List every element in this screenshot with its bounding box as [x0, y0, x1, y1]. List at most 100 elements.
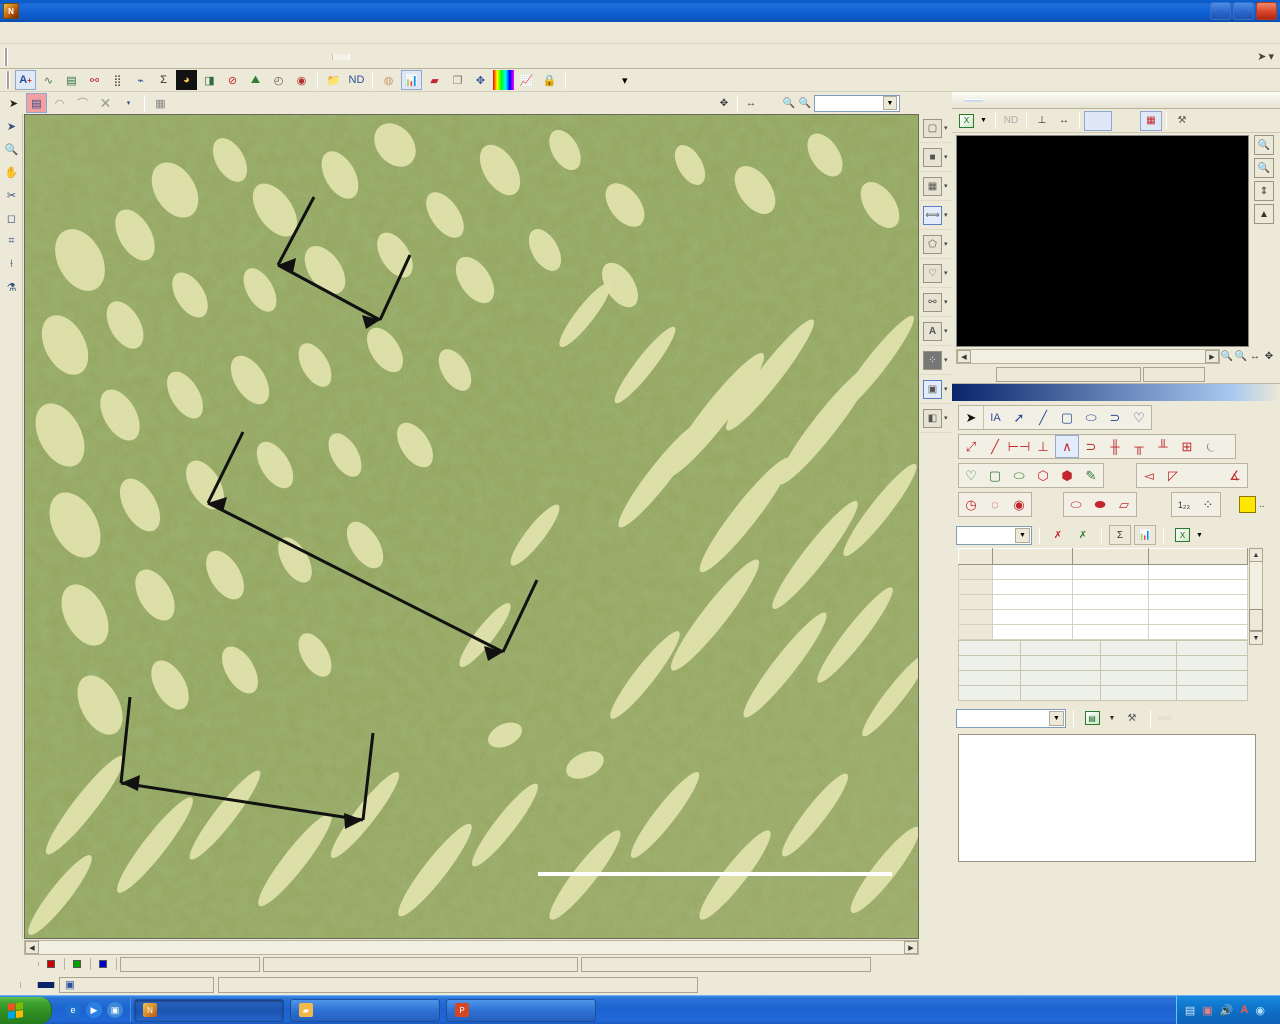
- meas-scroll-down[interactable]: ▼: [1249, 631, 1263, 645]
- layout-tab-new7[interactable]: [124, 54, 140, 60]
- lut-dropdown-icon[interactable]: ▾: [118, 93, 139, 113]
- measurement-feature-select[interactable]: ▼: [956, 525, 1032, 545]
- sum-objects-icon[interactable]: Σ: [153, 70, 174, 90]
- menu-item-applications[interactable]: [210, 31, 228, 35]
- chevron-down-icon[interactable]: ▾: [944, 211, 948, 219]
- length-point-to-point-icon[interactable]: ⤢: [959, 435, 983, 458]
- scatter-plot-icon[interactable]: ⣿: [107, 70, 128, 90]
- chevron-down-icon[interactable]: ▾: [944, 153, 948, 161]
- add-point-icon[interactable]: ⁘: [923, 350, 942, 370]
- clock-icon[interactable]: ◴: [268, 70, 289, 90]
- tabs-next-icon[interactable]: ➤: [1257, 50, 1266, 63]
- layout-tab-new[interactable]: [12, 54, 28, 60]
- move-roi-icon[interactable]: ✥: [470, 70, 491, 90]
- network-row[interactable]: ⚯ ▾: [920, 288, 952, 317]
- spectrum-icon[interactable]: [493, 70, 514, 90]
- bottom-tab-measurement[interactable]: [38, 982, 55, 988]
- minimize-button[interactable]: [1210, 2, 1231, 20]
- length-vertical-icon[interactable]: ⊥: [1031, 435, 1055, 458]
- menu-item-reference[interactable]: [120, 31, 138, 35]
- chevron-down-icon[interactable]: ▾: [944, 356, 948, 364]
- chevron-down-icon[interactable]: ▾: [944, 240, 948, 248]
- menu-item-file[interactable]: [12, 31, 30, 35]
- channel-tab-red[interactable]: [39, 958, 65, 970]
- delete-measurement-icon[interactable]: ✗: [1047, 525, 1069, 545]
- distribution-options-icon[interactable]: ⚒: [1121, 708, 1143, 728]
- scroll-left-button[interactable]: ◀: [25, 941, 39, 954]
- integer-icon[interactable]: [594, 70, 615, 90]
- measure-curve-icon[interactable]: ∿: [38, 70, 59, 90]
- menu-item-devices[interactable]: [174, 31, 192, 35]
- tray-network-error-icon[interactable]: ▣: [1202, 1004, 1212, 1017]
- dots-row[interactable]: ⁘ ▾: [920, 346, 952, 375]
- layout-tab-new17[interactable]: [284, 54, 300, 60]
- roi-table-icon[interactable]: ◨: [199, 70, 220, 90]
- layout-tab-new13[interactable]: [220, 54, 236, 60]
- roi-fill-row[interactable]: ■ ▾: [920, 143, 952, 172]
- semiaxes-parallelogram-icon[interactable]: ▱: [1112, 493, 1136, 516]
- length-line-icon[interactable]: ╱: [983, 435, 1007, 458]
- hist-scroll-left[interactable]: ◀: [957, 350, 971, 363]
- histogram-range-icon[interactable]: ↔: [1053, 111, 1075, 131]
- zoom-out-icon[interactable]: 🔍: [798, 96, 812, 110]
- capture-icon[interactable]: ◍: [378, 70, 399, 90]
- tray-wireless-icon[interactable]: ◉: [1255, 1004, 1265, 1017]
- line-annotation-icon[interactable]: ╱: [1031, 406, 1055, 429]
- histogram-icon[interactable]: 📊: [401, 70, 422, 90]
- histogram-options-icon[interactable]: ⚒: [1171, 111, 1193, 131]
- freehand-annotation-icon[interactable]: ♡: [1127, 406, 1151, 429]
- angle-absolute-icon[interactable]: ∡: [1223, 464, 1247, 487]
- chevron-down-icon[interactable]: ▾: [944, 182, 948, 190]
- zoom-region-row[interactable]: ◧ ▾: [920, 404, 952, 433]
- length-multi-icon[interactable]: ⊞: [1175, 435, 1199, 458]
- length-auto-icon[interactable]: ⏾: [1199, 435, 1223, 458]
- histogram-zoom-in-icon[interactable]: 🔍: [1254, 135, 1274, 155]
- distribution-tab-table[interactable]: [1172, 716, 1186, 720]
- length-triple-icon[interactable]: ╨: [1151, 435, 1175, 458]
- taskbar-item-nis-elements[interactable]: N: [134, 998, 284, 1022]
- meas-scroll-track-top[interactable]: [1249, 562, 1263, 609]
- area-polygon-icon[interactable]: ⬡: [1031, 464, 1055, 487]
- histogram-vertical-fit-icon[interactable]: ⇕: [1254, 181, 1274, 201]
- open-folder-icon[interactable]: 📁: [323, 70, 344, 90]
- mask-row[interactable]: ▣ ▾: [920, 375, 952, 404]
- nd-acquisition-icon[interactable]: ND: [346, 70, 367, 90]
- tile-windows-icon[interactable]: ▦: [150, 93, 171, 113]
- hist-zoom-in-small-icon[interactable]: 🔍: [1234, 350, 1248, 364]
- chevron-down-icon[interactable]: ▾: [944, 414, 948, 422]
- menu-item-help[interactable]: [228, 31, 246, 35]
- histogram-plot-area[interactable]: [956, 135, 1249, 347]
- rectangle-annotation-icon[interactable]: ▢: [1055, 406, 1079, 429]
- polygon-icon[interactable]: ⬠: [923, 234, 942, 254]
- hist-scroll-right[interactable]: ▶: [1205, 350, 1219, 363]
- menu-item-binary[interactable]: [84, 31, 102, 35]
- hist-fit-all-icon[interactable]: ✥: [1262, 350, 1276, 364]
- layout-tab-new9[interactable]: [156, 54, 172, 60]
- color-wheel-icon[interactable]: ◕: [176, 70, 197, 90]
- fit-to-window-icon[interactable]: ✥: [717, 96, 731, 110]
- angle-four-point-icon[interactable]: ◸: [1161, 464, 1185, 487]
- layer-badge-icon[interactable]: [1239, 496, 1256, 513]
- taskbar-item-powerpoint[interactable]: P: [446, 998, 596, 1022]
- chevron-down-icon[interactable]: ▼: [1015, 527, 1030, 543]
- histogram-tab[interactable]: [964, 98, 984, 102]
- histogram-scrollbar[interactable]: ◀ ▶: [956, 349, 1220, 364]
- col-index[interactable]: [958, 548, 993, 565]
- image-close-button[interactable]: [934, 96, 948, 110]
- table-row[interactable]: [958, 594, 1248, 610]
- angle-three-point-icon[interactable]: ◅: [1137, 464, 1161, 487]
- layout-tab-new10[interactable]: [172, 54, 188, 60]
- hist-fit-width-icon[interactable]: ↔: [1248, 350, 1262, 364]
- area-polygon-edit-icon[interactable]: ⬢: [1055, 464, 1079, 487]
- menu-item-image[interactable]: [66, 31, 84, 35]
- layout-tab-new16[interactable]: [268, 54, 284, 60]
- pan-hand-icon[interactable]: ✋: [1, 162, 22, 183]
- freehand-row[interactable]: ♡ ▾: [920, 259, 952, 288]
- grid-icon[interactable]: ▦: [923, 176, 942, 196]
- statistics-icon[interactable]: Σ: [1109, 525, 1131, 545]
- taskbar-item-prosek[interactable]: ▰: [290, 998, 440, 1022]
- freehand-icon[interactable]: ♡: [923, 263, 942, 283]
- histogram-chart[interactable]: 🔍 🔍 ⇕ ▲: [952, 133, 1280, 348]
- threshold-icon[interactable]: ⛰: [245, 70, 266, 90]
- arrow-annotation-icon[interactable]: ➚: [1007, 406, 1031, 429]
